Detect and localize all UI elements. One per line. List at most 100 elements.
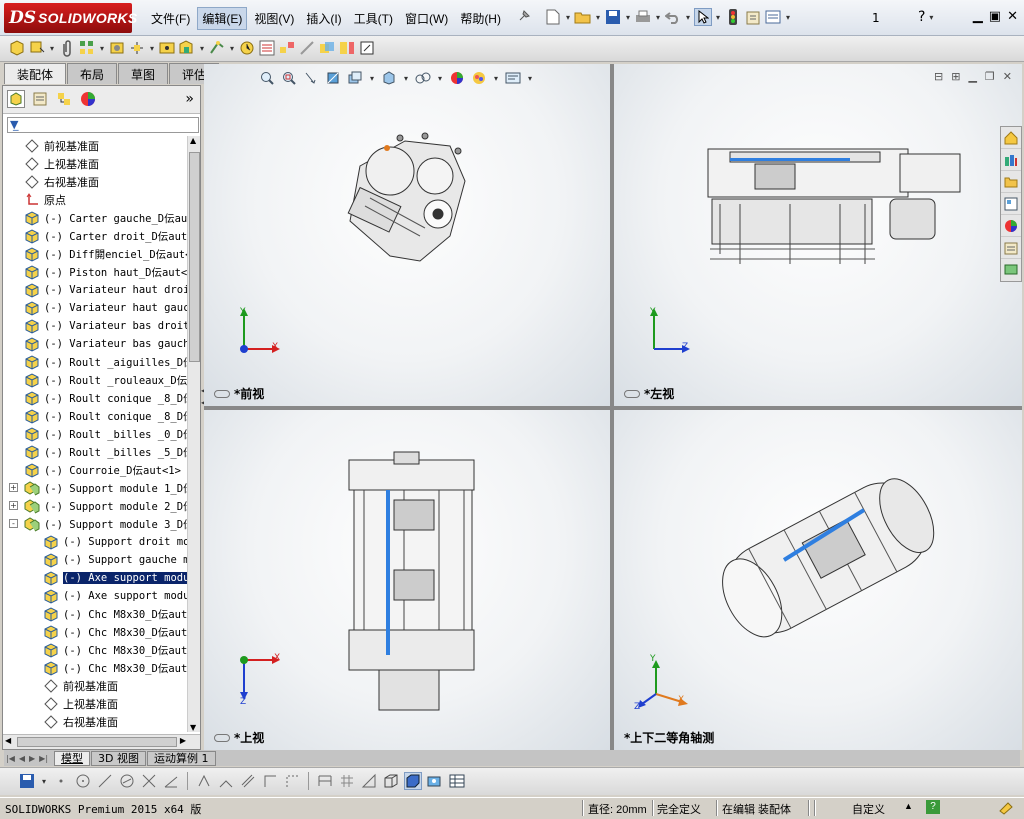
help-button[interactable]: ? ▾ xyxy=(918,9,935,25)
smart-fastener-icon[interactable] xyxy=(108,39,126,57)
scroll-down-icon[interactable]: ▼ xyxy=(190,723,196,732)
table-icon[interactable] xyxy=(448,772,466,790)
interference-detection-icon[interactable] xyxy=(318,39,336,57)
scroll-thumb[interactable] xyxy=(189,152,200,362)
expand-icon[interactable]: + xyxy=(9,501,18,510)
view-orientation-icon[interactable] xyxy=(380,69,398,87)
tree-filter[interactable]: ▼̲ xyxy=(7,117,199,133)
chevron-down-icon[interactable]: ▾ xyxy=(48,44,56,53)
solidworks-resources-icon[interactable] xyxy=(1001,127,1021,149)
tree-item[interactable]: 前视基准面 xyxy=(42,677,118,695)
viewport-left[interactable]: ⊟ ⊞ ▁ ❐ ✕ Y Z *左视 xyxy=(614,64,1022,406)
section-view-icon[interactable] xyxy=(324,69,342,87)
tree-item[interactable]: (-) Chc M8x30_D伝aut< xyxy=(42,659,187,677)
chevron-down-icon[interactable]: ▾ xyxy=(594,13,602,22)
undo-icon[interactable] xyxy=(664,8,682,26)
tree-item[interactable]: (-) Axe support modul xyxy=(42,569,187,587)
polygon-tool-icon[interactable] xyxy=(118,772,136,790)
tree-item[interactable]: 右视基准面 xyxy=(23,173,99,191)
viewport-top[interactable]: X Z *上视 xyxy=(204,410,610,750)
restore-view-icon[interactable]: ❐ xyxy=(985,70,995,83)
tree-item[interactable]: (-) Roult conique _8_D伝 xyxy=(23,389,187,407)
save-icon[interactable] xyxy=(604,8,622,26)
appearances-icon[interactable] xyxy=(1001,215,1021,237)
bottom-tab-1[interactable]: 3D 视图 xyxy=(91,750,146,766)
corner-icon[interactable] xyxy=(261,772,279,790)
trim-tool-icon[interactable] xyxy=(140,772,158,790)
chevron-down-icon[interactable]: ▾ xyxy=(526,74,534,83)
tree-item[interactable]: (-) Variateur bas gauche xyxy=(23,335,187,353)
scroll-up-icon[interactable]: ▲ xyxy=(190,136,196,145)
display-manager-tab-icon[interactable] xyxy=(79,90,97,108)
display-style-icon[interactable] xyxy=(414,69,432,87)
bill-of-materials-icon[interactable] xyxy=(258,39,276,57)
paperclip-icon[interactable] xyxy=(58,39,76,57)
chevron-down-icon[interactable]: ▾ xyxy=(436,74,444,83)
bottom-tab-2[interactable]: 运动算例 1 xyxy=(147,750,216,766)
grid-icon[interactable] xyxy=(338,772,356,790)
move-component-icon[interactable] xyxy=(128,39,146,57)
minimize-icon[interactable]: ▁ xyxy=(973,9,983,24)
tree-item[interactable]: (-) Axe support modul xyxy=(42,587,187,605)
tab-scroll-prev-icon[interactable]: ◀ xyxy=(19,754,25,763)
tree-horizontal-scrollbar[interactable]: ◀ ▶ xyxy=(3,734,200,749)
menu-item-0[interactable]: 文件(F) xyxy=(146,7,195,30)
scroll-right-icon[interactable]: ▶ xyxy=(180,736,186,745)
chevron-down-icon[interactable]: ▾ xyxy=(624,13,632,22)
chevron-down-icon[interactable]: ▾ xyxy=(654,13,662,22)
reference-geometry-icon[interactable] xyxy=(208,39,226,57)
tree-item[interactable]: (-) Support module 3_D伝 xyxy=(23,515,187,533)
feature-manager-tab-icon[interactable] xyxy=(7,90,25,108)
split-horizontal-icon[interactable]: ⊟ xyxy=(934,70,943,83)
menu-item-1[interactable]: 编辑(E) xyxy=(197,7,248,30)
tree-item[interactable]: (-) Diff閞enciel_D伝aut< xyxy=(23,245,187,263)
tab-scroll-first-icon[interactable]: |◀ xyxy=(6,754,15,763)
select-cursor-icon[interactable] xyxy=(694,8,712,26)
offset-icon[interactable] xyxy=(239,772,257,790)
expand-icon[interactable]: + xyxy=(9,483,18,492)
tab-scroll-last-icon[interactable]: ▶| xyxy=(39,754,48,763)
smart-dimension-icon[interactable] xyxy=(316,772,334,790)
command-tab-1[interactable]: 布局 xyxy=(67,63,118,84)
restore-icon[interactable]: ▣ xyxy=(989,9,1001,24)
close-view-icon[interactable]: ✕ xyxy=(1003,70,1012,83)
chevron-down-icon[interactable]: ▾ xyxy=(784,13,792,22)
tree-item[interactable]: (-) Variateur haut gauch xyxy=(23,299,187,317)
link-views-icon[interactable] xyxy=(214,389,230,398)
minimize-view-icon[interactable]: ▁ xyxy=(968,70,976,83)
point-icon[interactable] xyxy=(52,772,70,790)
view-palette-icon[interactable] xyxy=(1001,193,1021,215)
circle-tool-icon[interactable] xyxy=(74,772,92,790)
tree-item[interactable]: (-) Support droit moc xyxy=(42,533,187,551)
chevron-down-icon[interactable]: ▾ xyxy=(402,74,410,83)
tree-item[interactable]: (-) Chc M8x30_D伝aut< xyxy=(42,641,187,659)
rebuild-icon[interactable] xyxy=(998,801,1014,818)
forum-icon[interactable] xyxy=(1001,259,1021,281)
expand-panel-icon[interactable]: » xyxy=(185,91,194,107)
edit-appearance-icon[interactable] xyxy=(448,69,466,87)
tree-item[interactable]: (-) Courroie_D伝aut<1> ( xyxy=(23,461,187,479)
print-icon[interactable] xyxy=(634,8,652,26)
tree-item[interactable]: 右视基准面 xyxy=(42,713,118,731)
clearance-verification-icon[interactable] xyxy=(338,39,356,57)
zoom-to-fit-icon[interactable] xyxy=(258,69,276,87)
solidworks-logo[interactable]: DS SOLIDWORKS xyxy=(4,3,137,33)
save-icon[interactable] xyxy=(18,772,36,790)
mate-icon[interactable] xyxy=(28,39,46,57)
pattern-icon[interactable] xyxy=(78,39,96,57)
mirror-icon[interactable] xyxy=(195,772,213,790)
tree-item[interactable]: (-) Roult _billes _5_D伝 xyxy=(23,443,187,461)
tree-item[interactable]: (-) Support module 2_D伝 xyxy=(23,497,187,515)
new-motion-study-icon[interactable] xyxy=(238,39,256,57)
shaded-display-icon[interactable] xyxy=(404,772,422,790)
design-library-icon[interactable] xyxy=(1001,149,1021,171)
relations-icon[interactable] xyxy=(360,772,378,790)
file-properties-icon[interactable] xyxy=(744,8,762,26)
camera-icon[interactable] xyxy=(426,772,444,790)
chevron-down-icon[interactable]: ▾ xyxy=(492,74,500,83)
open-folder-icon[interactable] xyxy=(574,8,592,26)
tree-vertical-scrollbar[interactable]: ▲ ▼ xyxy=(187,136,200,732)
box-3d-icon[interactable] xyxy=(382,772,400,790)
hscroll-thumb[interactable] xyxy=(17,737,177,747)
scroll-left-icon[interactable]: ◀ xyxy=(5,736,11,745)
